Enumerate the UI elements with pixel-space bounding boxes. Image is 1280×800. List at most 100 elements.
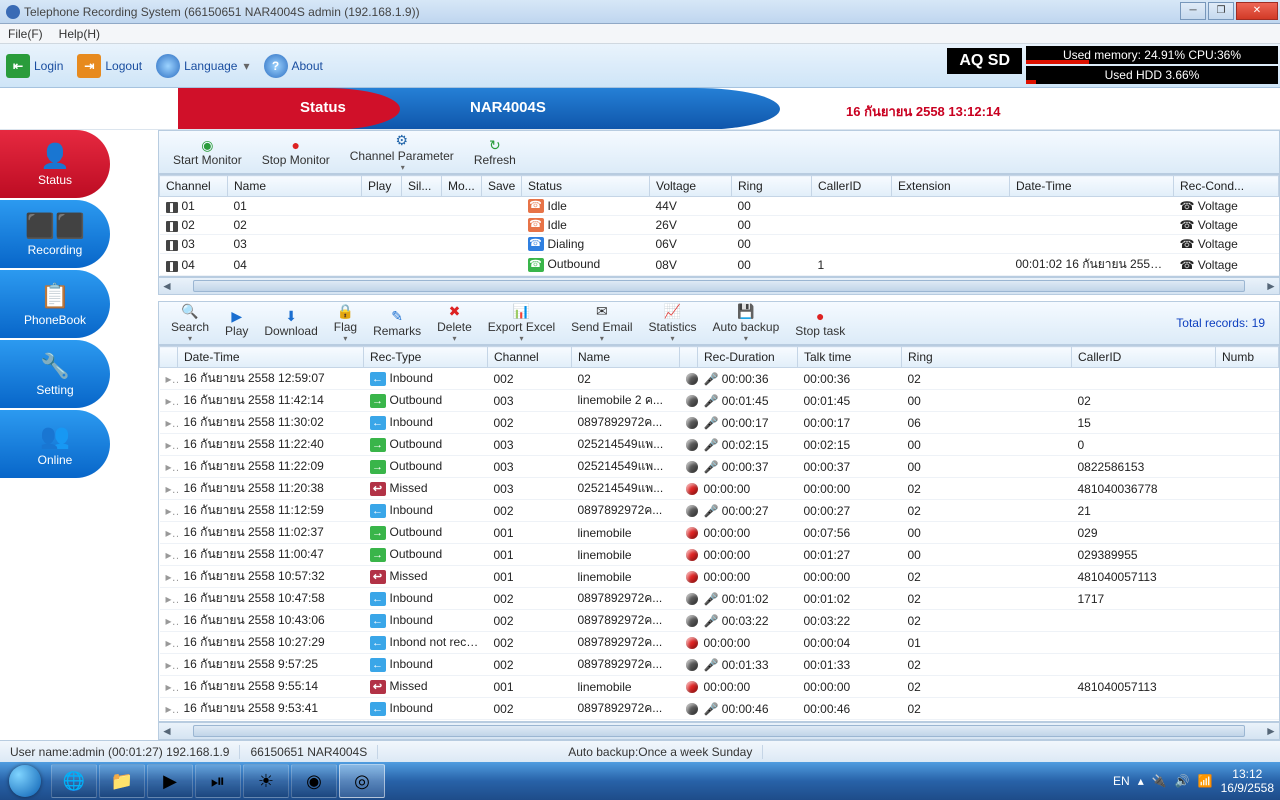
record-row[interactable]: ▸16 กันยายน 2558 11:22:09→Outbound003025… xyxy=(160,456,1279,478)
record-row[interactable]: ▸16 กันยายน 2558 9:55:14↩Missed001linemo… xyxy=(160,676,1279,698)
remarks-button[interactable]: ✎Remarks xyxy=(365,306,429,340)
brand-status-label: Status xyxy=(300,99,346,116)
language-button[interactable]: Language▾ xyxy=(156,54,249,78)
sidebar-status[interactable]: 👤Status xyxy=(0,130,110,198)
menu-file[interactable]: File(F) xyxy=(4,25,47,43)
tray-up-icon[interactable]: ▴ xyxy=(1138,774,1144,788)
restore-button[interactable]: ❐ xyxy=(1208,2,1234,20)
stop-monitor-button[interactable]: ●Stop Monitor xyxy=(254,135,338,169)
channel-row[interactable]: ❚0101☎Idle44V00☎ Voltage xyxy=(160,197,1279,216)
col-recduration[interactable]: Rec-Duration xyxy=(698,347,798,368)
sidebar-online[interactable]: 👥Online xyxy=(0,410,110,478)
taskbar-app-active[interactable]: ◎ xyxy=(339,764,385,798)
status-model: 66150651 NAR4004S xyxy=(240,745,378,759)
send-email-button[interactable]: ✉Send Email▾ xyxy=(563,302,640,345)
record-row[interactable]: ▸16 กันยายน 2558 11:30:02←Inbound0020897… xyxy=(160,412,1279,434)
col-channel[interactable]: Channel xyxy=(160,176,228,197)
taskbar-ie[interactable]: 🌐 xyxy=(51,764,97,798)
col-reccond[interactable]: Rec-Cond... xyxy=(1174,176,1279,197)
taskbar[interactable]: 🌐 📁 ▶ ⏯ ☀ ◉ ◎ EN ▴ 🔌 🔊 📶 13:1216/9/2558 xyxy=(0,762,1280,800)
col-numb[interactable]: Numb xyxy=(1216,347,1279,368)
tray-network-icon[interactable]: 📶 xyxy=(1198,774,1213,788)
channel-parameter-button[interactable]: ⚙Channel Parameter▾ xyxy=(342,131,462,174)
sidebar-icon: 🔧 xyxy=(40,352,70,381)
logout-button[interactable]: ⇥Logout xyxy=(77,54,142,78)
refresh-button[interactable]: ↻Refresh xyxy=(466,135,524,169)
taskbar-chrome[interactable]: ◉ xyxy=(291,764,337,798)
search-button[interactable]: 🔍Search▾ xyxy=(163,302,217,345)
col-flag[interactable] xyxy=(160,347,178,368)
col-name[interactable]: Name xyxy=(572,347,680,368)
col-save[interactable]: Save xyxy=(482,176,522,197)
status-user: User name:admin (00:01:27) 192.168.1.9 xyxy=(0,745,240,759)
records-toolbar: 🔍Search▾ ▶Play ⬇Download 🔒Flag▾ ✎Remarks… xyxy=(158,301,1280,345)
record-row[interactable]: ▸16 กันยายน 2558 10:27:29←Inbond not rec… xyxy=(160,632,1279,654)
records-table[interactable]: Date-TimeRec-TypeChannelName Rec-Duration… xyxy=(159,346,1279,722)
col-talktime[interactable]: Talk time xyxy=(798,347,902,368)
col-status[interactable]: Status xyxy=(522,176,650,197)
record-row[interactable]: ▸16 กันยายน 2558 11:42:14→Outbound003lin… xyxy=(160,390,1279,412)
minimize-button[interactable]: ─ xyxy=(1180,2,1206,20)
sidebar-setting[interactable]: 🔧Setting xyxy=(0,340,110,408)
taskbar-mediaplayer[interactable]: ▶ xyxy=(147,764,193,798)
channel-row[interactable]: ❚0202☎Idle26V00☎ Voltage xyxy=(160,216,1279,235)
tray-volume-icon[interactable]: 🔊 xyxy=(1175,774,1190,788)
record-row[interactable]: ▸16 กันยายน 2558 9:57:25←Inbound00208978… xyxy=(160,654,1279,676)
col-callerid[interactable]: CallerID xyxy=(812,176,892,197)
sidebar-recording[interactable]: ⬛⬛Recording xyxy=(0,200,110,268)
col-datetime[interactable]: Date-Time xyxy=(178,347,364,368)
channel-row[interactable]: ❚0303☎Dialing06V00☎ Voltage xyxy=(160,235,1279,254)
tray-clock[interactable]: 13:1216/9/2558 xyxy=(1221,767,1274,795)
login-button[interactable]: ⇤Login xyxy=(6,54,63,78)
tray-power-icon[interactable]: 🔌 xyxy=(1152,774,1167,788)
col-name[interactable]: Name xyxy=(228,176,362,197)
close-button[interactable]: ✕ xyxy=(1236,2,1278,20)
record-row[interactable]: ▸16 กันยายน 2558 11:02:37→Outbound001lin… xyxy=(160,522,1279,544)
record-row[interactable]: ▸16 กันยายน 2558 12:59:07←Inbound00202🎤 … xyxy=(160,368,1279,390)
col-ring[interactable]: Ring xyxy=(902,347,1072,368)
record-row[interactable]: ▸16 กันยายน 2558 10:43:06←Inbound0020897… xyxy=(160,610,1279,632)
record-row[interactable]: ▸16 กันยายน 2558 11:12:59←Inbound0020897… xyxy=(160,500,1279,522)
col-datetime[interactable]: Date-Time xyxy=(1010,176,1174,197)
channel-table[interactable]: ChannelNamePlaySil...Mo...SaveStatusVolt… xyxy=(159,175,1279,276)
about-button[interactable]: ?About xyxy=(264,54,323,78)
col-flag[interactable] xyxy=(680,347,698,368)
record-row[interactable]: ▸16 กันยายน 2558 11:20:38↩Missed00302521… xyxy=(160,478,1279,500)
record-row[interactable]: ▸16 กันยายน 2558 11:22:40→Outbound003025… xyxy=(160,434,1279,456)
titlebar[interactable]: Telephone Recording System (66150651 NAR… xyxy=(0,0,1280,24)
export-excel-button[interactable]: 📊Export Excel▾ xyxy=(480,302,563,345)
taskbar-app2[interactable]: ☀ xyxy=(243,764,289,798)
col-voltage[interactable]: Voltage xyxy=(650,176,732,197)
record-row[interactable]: ▸16 กันยายน 2558 9:53:41←Inbound00208978… xyxy=(160,698,1279,720)
channel-row[interactable]: ❚0404☎Outbound08V00100:01:02 16 กันยายน … xyxy=(160,254,1279,276)
start-monitor-button[interactable]: ◉Start Monitor xyxy=(165,135,250,169)
start-button[interactable] xyxy=(0,762,50,800)
record-row[interactable]: ▸16 กันยายน 2558 10:57:32↩Missed001linem… xyxy=(160,566,1279,588)
col-ring[interactable]: Ring xyxy=(732,176,812,197)
col-callerid[interactable]: CallerID xyxy=(1072,347,1216,368)
col-sil[interactable]: Sil... xyxy=(402,176,442,197)
taskbar-explorer[interactable]: 📁 xyxy=(99,764,145,798)
play-button[interactable]: ▶Play xyxy=(217,306,256,340)
statistics-button[interactable]: 📈Statistics▾ xyxy=(641,302,705,345)
channel-scrollbar[interactable]: ◄► xyxy=(158,277,1280,295)
flag-button[interactable]: 🔒Flag▾ xyxy=(326,302,365,345)
stop-task-button[interactable]: ●Stop task xyxy=(787,306,853,340)
download-button[interactable]: ⬇Download xyxy=(256,306,325,340)
records-scrollbar[interactable]: ◄► xyxy=(158,722,1280,740)
tray-lang[interactable]: EN xyxy=(1113,774,1130,788)
sidebar-phonebook[interactable]: 📋PhoneBook xyxy=(0,270,110,338)
menubar: File(F) Help(H) xyxy=(0,24,1280,44)
col-play[interactable]: Play xyxy=(362,176,402,197)
col-mo[interactable]: Mo... xyxy=(442,176,482,197)
auto-backup-button[interactable]: 💾Auto backup▾ xyxy=(705,302,788,345)
taskbar-app1[interactable]: ⏯ xyxy=(195,764,241,798)
record-row[interactable]: ▸16 กันยายน 2558 11:00:47→Outbound001lin… xyxy=(160,544,1279,566)
menu-help[interactable]: Help(H) xyxy=(55,25,104,43)
delete-button[interactable]: ✖Delete▾ xyxy=(429,302,480,345)
col-rectype[interactable]: Rec-Type xyxy=(364,347,488,368)
system-tray[interactable]: EN ▴ 🔌 🔊 📶 13:1216/9/2558 xyxy=(1113,762,1274,800)
record-row[interactable]: ▸16 กันยายน 2558 10:47:58←Inbound0020897… xyxy=(160,588,1279,610)
col-extension[interactable]: Extension xyxy=(892,176,1010,197)
col-channel[interactable]: Channel xyxy=(488,347,572,368)
